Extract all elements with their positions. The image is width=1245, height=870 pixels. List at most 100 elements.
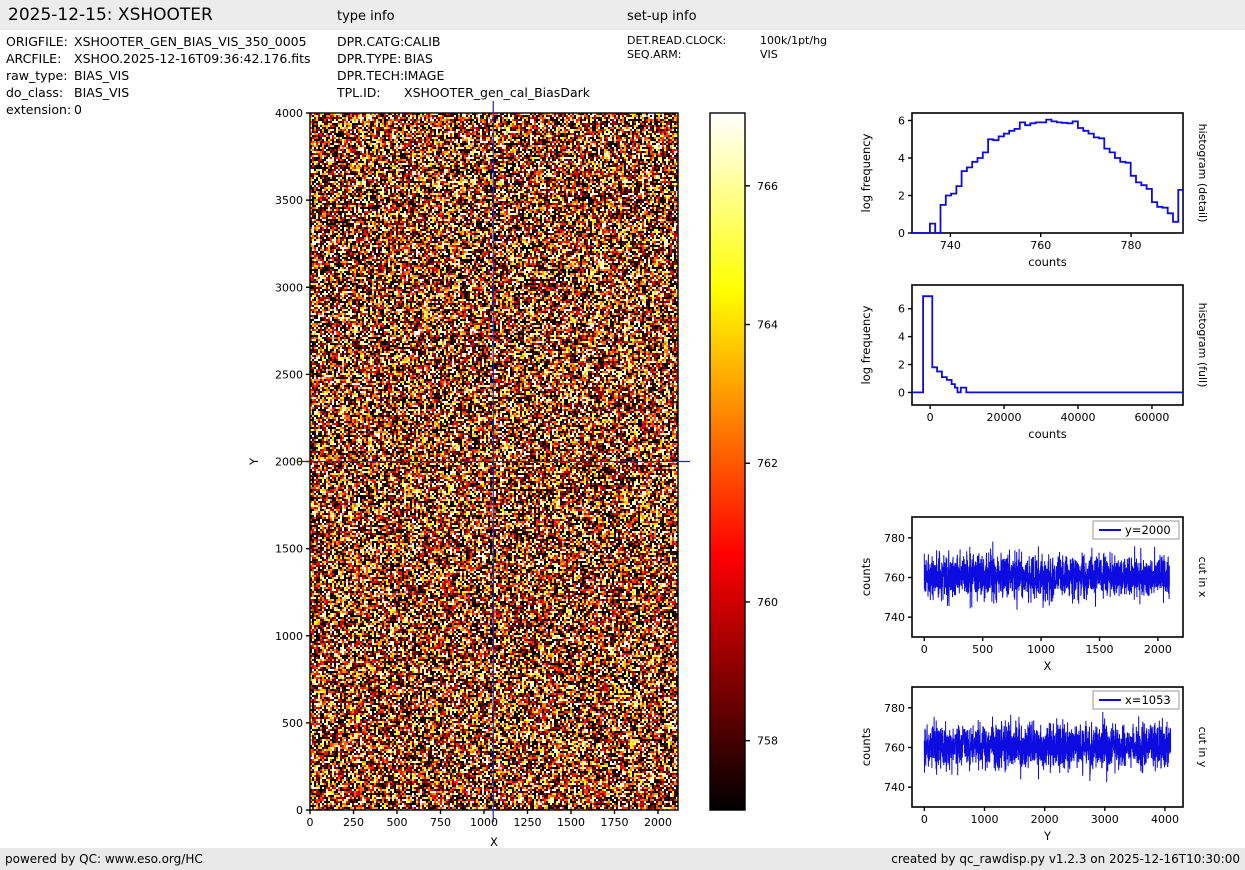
file-info-row: ORIGFILE:XSHOOTER_GEN_BIAS_VIS_350_0005 (6, 33, 311, 50)
x-tick-label: 740 (940, 239, 961, 252)
y-tick-label: 4 (898, 152, 905, 165)
header-bar: 2025-12-15: XSHOOTER type info set-up in… (0, 0, 1245, 30)
right-side-label: cut in y (1196, 727, 1209, 768)
x-axis-label: Y (1043, 829, 1052, 843)
x-tick-label: 500 (386, 816, 407, 829)
y-tick-label: 2 (898, 359, 905, 372)
y-tick-label: 500 (282, 717, 303, 730)
y-tick-label: 740 (884, 611, 905, 624)
colorbar-tick-label: 760 (757, 596, 778, 609)
y-tick-label: 760 (884, 741, 905, 754)
x-axis-label: counts (1028, 427, 1066, 441)
cut-in-x-series (924, 542, 1169, 610)
cut-in-x-plot: 0500100015002000740760780Xcountscut in x… (845, 499, 1245, 671)
type-info-heading: type info (337, 9, 395, 24)
meta-label: DET.READ.CLOCK: (627, 34, 760, 48)
meta-label: DPR.CATG: (337, 33, 404, 50)
y-tick-label: 6 (898, 115, 905, 128)
x-tick-label: 780 (1121, 239, 1142, 252)
type-info-row: DPR.TECH:IMAGE (337, 67, 590, 84)
setup-info-row: SEQ.ARM:VIS (627, 48, 827, 62)
histogram-full-plot: 0 20000 40000 60000 0 2 4 6 counts log frequency h… (845, 267, 1245, 439)
y-tick-label: 2500 (275, 368, 303, 381)
x-tick-label: 60000 (1134, 411, 1169, 424)
x-axis-label: X (490, 835, 498, 849)
colorbar-tick-label: 762 (757, 457, 778, 470)
y-tick-label: 0 (898, 386, 905, 399)
footer-created-by: created by qc_rawdisp.py v1.2.3 on 2025-… (891, 852, 1240, 866)
y-tick-label: 780 (884, 532, 905, 545)
x-tick-label: 1000 (1027, 643, 1055, 656)
meta-value: BIAS (404, 50, 433, 67)
cut-in-y-plot: 01000200030004000740760780Ycountscut in … (845, 669, 1245, 841)
setup-info-heading: set-up info (627, 9, 697, 24)
y-tick-label: 1000 (275, 630, 303, 643)
x-tick-label: 4000 (1151, 813, 1179, 826)
colorbar-tick-label: 758 (757, 735, 778, 748)
meta-value: XSHOOTER_GEN_BIAS_VIS_350_0005 (74, 33, 307, 50)
x-tick-label: 250 (343, 816, 364, 829)
y-tick-label: 6 (898, 303, 905, 316)
file-info-row: raw_type:BIAS_VIS (6, 67, 311, 84)
x-tick-label: 750 (430, 816, 451, 829)
x-tick-label: 2000 (1144, 643, 1172, 656)
setup-info-row: DET.READ.CLOCK:100k/1pt/hg (627, 34, 827, 48)
footer-bar: powered by QC: www.eso.org/HC created by… (0, 848, 1245, 870)
type-info-row: DPR.CATG:CALIB (337, 33, 590, 50)
x-tick-label: 0 (921, 813, 928, 826)
footer-powered-by: powered by QC: www.eso.org/HC (5, 852, 203, 866)
histogram-detail-plot: 7407607800246countslog frequencyhistogra… (845, 95, 1245, 267)
meta-value: VIS (760, 48, 778, 62)
right-side-label: histogram (full) (1196, 303, 1209, 388)
meta-value: CALIB (404, 33, 441, 50)
meta-label: DPR.TECH: (337, 67, 404, 84)
x-tick-label: 760 (1030, 239, 1051, 252)
meta-value: XSHOO.2025-12-16T09:36:42.176.fits (74, 50, 311, 67)
y-axis-label: counts (859, 728, 873, 766)
meta-value: BIAS_VIS (74, 84, 129, 101)
meta-label: ORIGFILE: (6, 33, 74, 50)
axes-box (912, 285, 1183, 405)
colorbar-tick-label: 766 (757, 180, 778, 193)
colorbar-box (710, 113, 745, 810)
axes-box (912, 113, 1183, 233)
qc-report-page: 2025-12-15: XSHOOTER type info set-up in… (0, 0, 1245, 870)
meta-label: do_class: (6, 84, 74, 101)
meta-value: 0 (74, 101, 82, 118)
y-axis-label: counts (859, 558, 873, 596)
x-tick-label: 2000 (644, 816, 672, 829)
x-tick-label: 1000 (970, 813, 998, 826)
x-tick-label: 1250 (513, 816, 541, 829)
y-axis-label: log frequency (859, 305, 873, 384)
meta-value: BIAS_VIS (74, 67, 129, 84)
y-tick-label: 0 (898, 227, 905, 240)
x-tick-label: 40000 (1061, 411, 1096, 424)
y-tick-label: 1500 (275, 543, 303, 556)
y-tick-label: 2 (898, 190, 905, 203)
meta-label: SEQ.ARM: (627, 48, 760, 62)
x-tick-label: 1500 (1085, 643, 1113, 656)
meta-label: ARCFILE: (6, 50, 74, 67)
x-tick-label: 1500 (557, 816, 585, 829)
y-tick-label: 760 (884, 571, 905, 584)
x-tick-label: 20000 (987, 411, 1022, 424)
x-tick-label: 0 (921, 643, 928, 656)
colorbar-tick-label: 764 (757, 319, 778, 332)
y-tick-label: 3000 (275, 281, 303, 294)
type-info-list: DPR.CATG:CALIB DPR.TYPE:BIAS DPR.TECH:IM… (337, 33, 590, 101)
right-side-label: histogram (detail) (1196, 124, 1209, 223)
y-tick-label: 3500 (275, 194, 303, 207)
legend-label: x=1053 (1125, 693, 1171, 707)
y-tick-label: 4 (898, 331, 905, 344)
right-side-label: cut in x (1196, 557, 1209, 598)
y-tick-label: 4000 (275, 107, 303, 120)
cut-in-y-series (924, 712, 1170, 782)
y-tick-label: 0 (296, 804, 303, 817)
file-info-row: ARCFILE:XSHOO.2025-12-16T09:36:42.176.fi… (6, 50, 311, 67)
histogram-full-series (912, 296, 1183, 392)
y-axis-label: Y (247, 457, 261, 466)
x-tick-label: 3000 (1091, 813, 1119, 826)
type-info-row: DPR.TYPE:BIAS (337, 50, 590, 67)
x-tick-label: 0 (927, 411, 934, 424)
meta-label: extension: (6, 101, 74, 118)
